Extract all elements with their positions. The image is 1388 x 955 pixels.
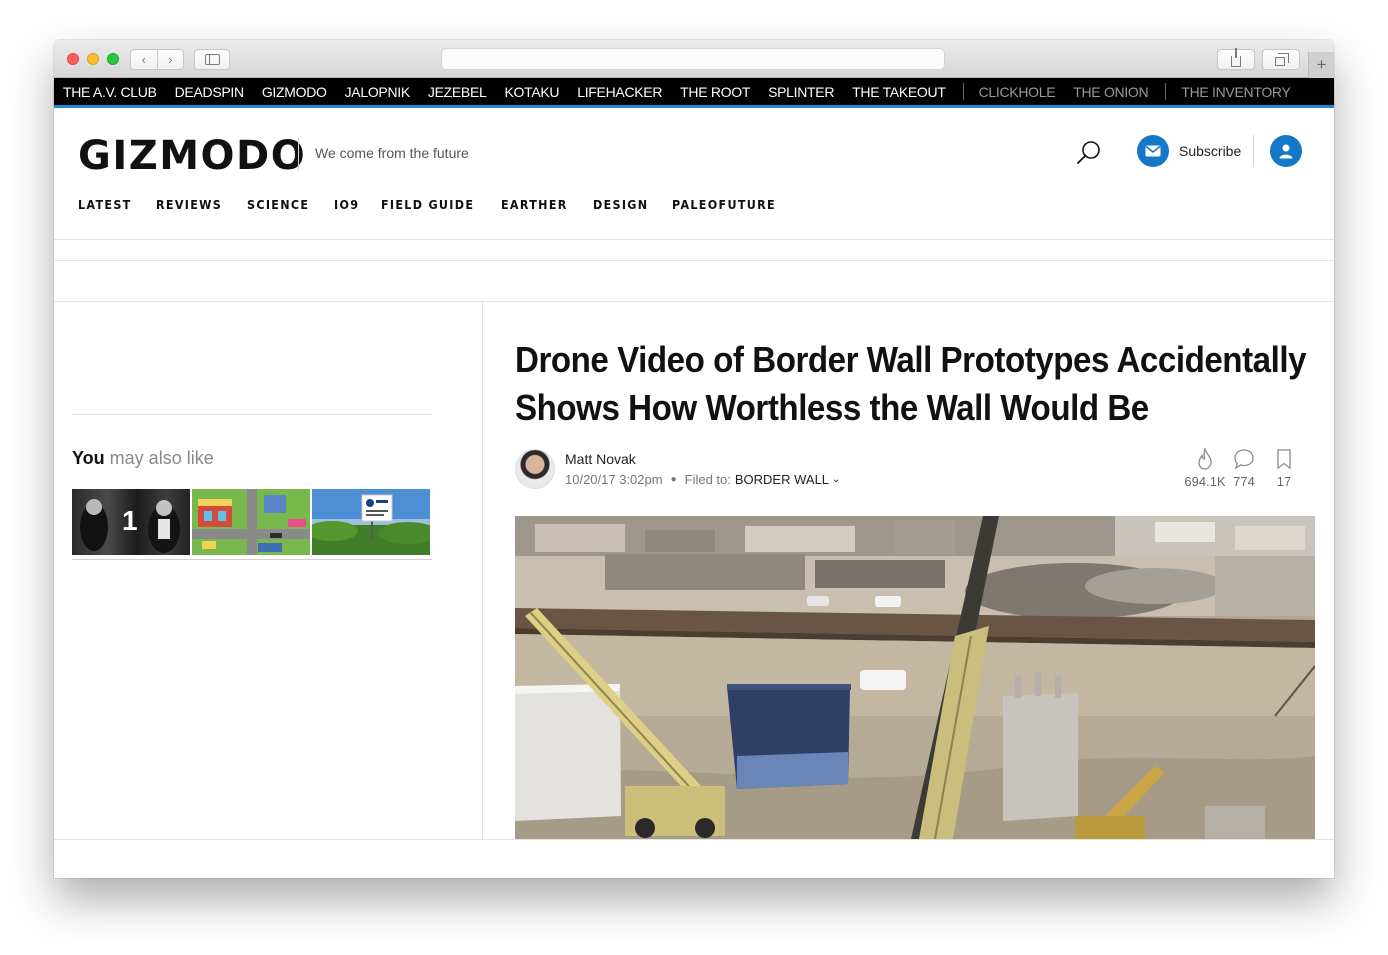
network-link-gizmodo[interactable]: GIZMODO: [262, 84, 327, 100]
recommendations-heading: You may also like: [72, 448, 214, 469]
chevron-down-icon[interactable]: ⌄: [832, 474, 840, 485]
meta-separator: ●: [670, 474, 677, 485]
network-divider: [962, 83, 964, 100]
share-button[interactable]: [1217, 47, 1255, 70]
subscribe-label: Subscribe: [1179, 143, 1242, 159]
thumbnails-divider: [72, 559, 432, 560]
minimize-window-button[interactable]: [87, 53, 99, 65]
bookmark-icon: [1277, 449, 1291, 470]
views-stat: 694.1K: [1183, 448, 1227, 489]
network-link-jalopnik[interactable]: JALOPNIK: [345, 84, 411, 100]
network-divider: [1165, 83, 1167, 100]
sidebar-icon: [204, 54, 220, 65]
network-link-takeout[interactable]: THE TAKEOUT: [852, 84, 946, 100]
logo-divider: [298, 137, 299, 171]
article-hero-image[interactable]: [515, 516, 1315, 839]
network-link-inventory[interactable]: THE INVENTORY: [1181, 84, 1290, 100]
chevron-right-icon: ›: [168, 52, 173, 67]
network-link-theonion[interactable]: THE ONION: [1073, 84, 1148, 100]
recommendations-heading-rest: may also like: [104, 448, 214, 468]
network-bar: THE A.V. CLUB DEADSPIN GIZMODO JALOPNIK …: [54, 78, 1334, 108]
network-link-clickhole[interactable]: CLICKHOLE: [979, 84, 1056, 100]
mail-icon: [1137, 135, 1169, 167]
headline-line: Drone Video of Border Wall Prototypes Ac…: [515, 339, 1307, 380]
nav-io9[interactable]: IO9: [334, 198, 359, 212]
address-bar[interactable]: [441, 48, 945, 70]
new-tab-button[interactable]: +: [1308, 52, 1334, 78]
content-bottom-divider: [54, 839, 1334, 840]
article-meta: 10/20/17 3:02pm ● Filed to: BORDER WALL …: [565, 472, 840, 487]
chevron-left-icon: ‹: [141, 52, 146, 67]
recommendation-thumbnails: 1: [72, 489, 430, 555]
nav-latest[interactable]: LATEST: [78, 198, 132, 212]
tabs-icon: [1274, 52, 1289, 66]
show-tabs-button[interactable]: [1262, 49, 1300, 70]
bookmarks-count: 17: [1276, 474, 1292, 489]
publish-timestamp[interactable]: 10/20/17 3:02pm: [565, 472, 663, 487]
browser-toolbar: ‹ › +: [54, 40, 1334, 78]
flame-icon: [1198, 448, 1212, 470]
category-nav: LATEST REVIEWS SCIENCE IO9 FIELD GUIDE E…: [78, 198, 804, 212]
filed-tag-link[interactable]: BORDER WALL: [735, 472, 829, 487]
network-link-splinter[interactable]: SPLINTER: [768, 84, 834, 100]
article: Drone Video of Border Wall Prototypes Ac…: [515, 302, 1315, 839]
history-nav-group: ‹ ›: [130, 49, 184, 70]
user-icon[interactable]: [1270, 135, 1302, 167]
sidebar-divider: [72, 414, 432, 415]
recommendations-heading-bold: You: [72, 448, 105, 468]
subscribe-button[interactable]: Subscribe: [1137, 135, 1241, 167]
thumbnail-badge: 1: [122, 505, 138, 536]
network-link-kotaku[interactable]: KOTAKU: [505, 84, 560, 100]
recommendation-thumbnail[interactable]: 1: [72, 489, 190, 555]
network-link-theroot[interactable]: THE ROOT: [680, 84, 750, 100]
filed-to-label: Filed to:: [684, 472, 731, 487]
network-link-deadspin[interactable]: DEADSPIN: [175, 84, 244, 100]
close-window-button[interactable]: [67, 53, 79, 65]
sidebar: You may also like 1: [54, 302, 483, 839]
header-divider: [1253, 135, 1254, 167]
comments-count: 774: [1233, 474, 1255, 489]
share-icon: [1231, 47, 1241, 67]
network-link-jezebel[interactable]: JEZEBEL: [428, 84, 487, 100]
plus-icon: +: [1316, 55, 1327, 74]
zoom-window-button[interactable]: [107, 53, 119, 65]
article-headline[interactable]: Drone Video of Border Wall Prototypes Ac…: [515, 336, 1307, 432]
nav-field-guide[interactable]: FIELD GUIDE: [381, 198, 474, 212]
search-icon[interactable]: [1075, 139, 1103, 167]
nav-science[interactable]: SCIENCE: [247, 198, 309, 212]
headline-line: Shows How Worthless the Wall Would Be: [515, 387, 1149, 428]
author-name[interactable]: Matt Novak: [565, 451, 636, 467]
comments-stat[interactable]: 774: [1222, 448, 1266, 489]
nav-reviews[interactable]: REVIEWS: [156, 198, 222, 212]
views-count: 694.1K: [1184, 474, 1226, 489]
nav-paleofuture[interactable]: PALEOFUTURE: [672, 198, 776, 212]
bookmark-stat[interactable]: 17: [1262, 448, 1306, 489]
site-header: GIZMODO We come from the future Subscrib…: [54, 111, 1334, 240]
site-tagline: We come from the future: [315, 145, 469, 161]
forward-button[interactable]: ›: [156, 50, 184, 69]
comment-bubble-icon: [1234, 449, 1254, 470]
sidebar-toggle-button[interactable]: [194, 49, 230, 70]
recommendation-thumbnail[interactable]: [192, 489, 310, 555]
nav-earther[interactable]: EARTHER: [501, 198, 568, 212]
network-link-avclub[interactable]: THE A.V. CLUB: [63, 84, 157, 100]
nav-design[interactable]: DESIGN: [593, 198, 648, 212]
network-link-lifehacker[interactable]: LIFEHACKER: [577, 84, 662, 100]
author-avatar[interactable]: [515, 449, 555, 489]
back-button[interactable]: ‹: [131, 50, 157, 69]
browser-window: ‹ › + THE A.V. CLUB DEADSPIN GIZMODO JAL…: [54, 40, 1334, 878]
site-logo[interactable]: GIZMODO: [78, 133, 306, 179]
recommendation-thumbnail[interactable]: [312, 489, 430, 555]
ad-slot: [54, 260, 1334, 302]
